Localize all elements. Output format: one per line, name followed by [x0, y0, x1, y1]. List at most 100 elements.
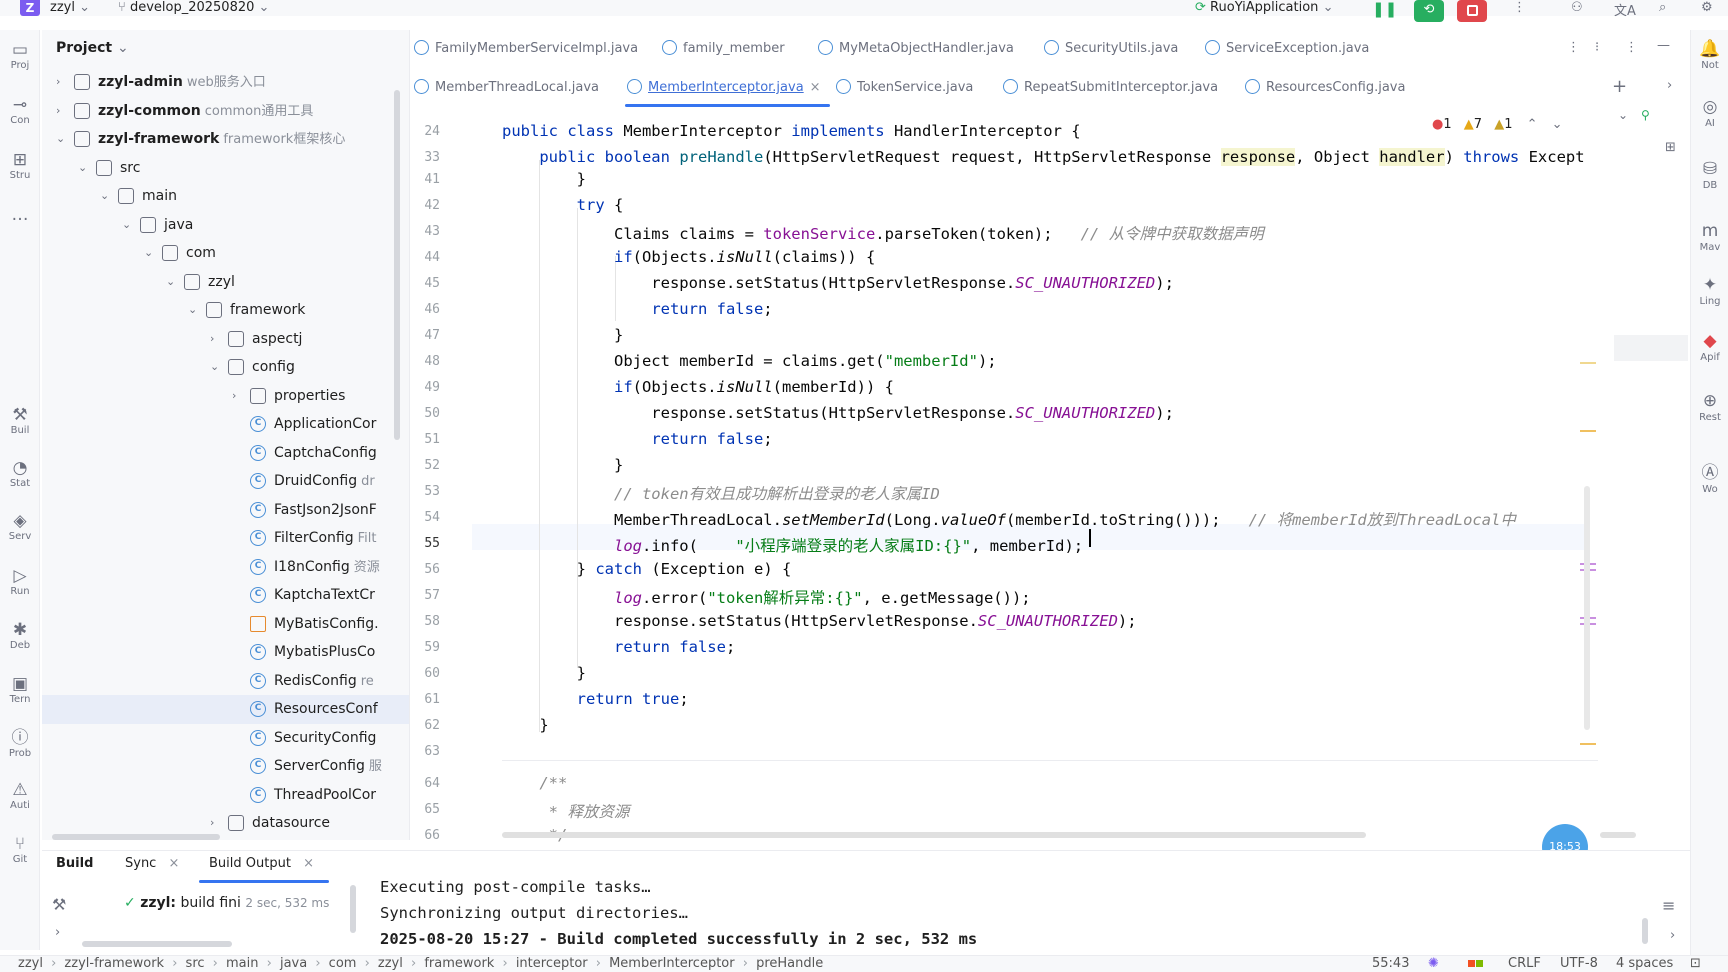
warning-marker[interactable]: [1580, 362, 1596, 364]
breadcrumb-item[interactable]: java: [280, 956, 307, 971]
code-line[interactable]: return false;: [502, 430, 772, 448]
sync-tab[interactable]: Sync ×: [125, 856, 179, 871]
warning-marker[interactable]: [1580, 430, 1596, 432]
close-icon[interactable]: ×: [168, 856, 179, 871]
build-tree-h-scrollbar[interactable]: [82, 941, 232, 947]
gear-icon[interactable]: ⚙: [1701, 0, 1713, 15]
more-icon[interactable]: ⋮: [1513, 0, 1526, 15]
split-icon[interactable]: ⁝: [1595, 40, 1599, 55]
rerun-button[interactable]: ⟲: [1414, 0, 1444, 22]
code-line[interactable]: public boolean preHandle(HttpServletRequ…: [502, 148, 1585, 166]
code-line[interactable]: log.info( "小程序端登录的老人家属ID:{}", memberId);: [502, 534, 1083, 556]
build-tab[interactable]: Build: [56, 856, 93, 871]
minimize-icon[interactable]: —: [1657, 38, 1670, 53]
project-logo[interactable]: Z: [20, 0, 40, 16]
tab-family-member[interactable]: family_member: [662, 30, 785, 68]
chevron-right-icon[interactable]: ›: [56, 68, 68, 97]
editor-h-scrollbar[interactable]: [502, 832, 1366, 838]
tab-resourcesconfig-java[interactable]: ResourcesConfig.java: [1245, 69, 1405, 107]
tab-repeatsubmitinterceptor-java[interactable]: RepeatSubmitInterceptor.java: [1003, 69, 1218, 107]
tab-mymetaobjecthandler-java[interactable]: MyMetaObjectHandler.java: [818, 30, 1014, 68]
code-line[interactable]: try {: [502, 196, 624, 214]
tool-window-ling[interactable]: ✦ Ling: [1692, 274, 1728, 307]
pause-icon[interactable]: ❚❚: [1372, 0, 1397, 18]
close-icon[interactable]: ×: [810, 80, 821, 95]
tab-serviceexception-java[interactable]: ServiceException.java: [1205, 30, 1369, 68]
windows-icon[interactable]: [1468, 956, 1483, 972]
chevron-right-icon[interactable]: ›: [56, 97, 68, 126]
tool-window-apif[interactable]: ◆ Apif: [1692, 330, 1728, 363]
tab-memberinterceptor-java[interactable]: MemberInterceptor.java ×: [627, 69, 821, 107]
breadcrumb-item[interactable]: framework: [424, 956, 494, 971]
tool-window-db[interactable]: ⛁ DB: [1692, 158, 1728, 191]
stop-button[interactable]: [1457, 0, 1487, 22]
breadcrumb-item[interactable]: zzyl: [18, 956, 43, 971]
tool-window-not[interactable]: 🔔 Not: [1692, 38, 1728, 71]
chevron-right-icon[interactable]: ›: [55, 925, 60, 940]
code-line[interactable]: /**: [502, 774, 567, 792]
branch-switcher[interactable]: ⑂ develop_20250820 ⌄: [118, 0, 269, 15]
breadcrumb-item[interactable]: main: [226, 956, 258, 971]
lock-icon[interactable]: ⊡: [1690, 956, 1701, 972]
code-line[interactable]: if(Objects.isNull(memberId)) {: [502, 378, 894, 396]
hammer-icon[interactable]: ⚒: [52, 895, 66, 914]
chevron-right-icon[interactable]: ›: [1670, 928, 1675, 943]
code-line[interactable]: // token有效且成功解析出登录的老人家属ID: [502, 482, 940, 504]
code-line[interactable]: response.setStatus(HttpServletResponse.S…: [502, 274, 1174, 292]
wrap-icon[interactable]: ≡: [1662, 896, 1675, 915]
code-line[interactable]: MemberThreadLocal.setMemberId(Long.value…: [502, 508, 1516, 530]
translate-icon[interactable]: 文A: [1614, 0, 1636, 19]
tab-tokenservice-java[interactable]: TokenService.java: [836, 69, 973, 107]
editor-menu-icon[interactable]: ⋮: [1625, 40, 1638, 55]
code-line[interactable]: }: [502, 716, 548, 734]
build-tree-scrollbar[interactable]: [350, 885, 356, 933]
breadcrumb-item[interactable]: preHandle: [756, 956, 823, 971]
chevron-down-icon[interactable]: ⌄: [1552, 117, 1563, 132]
tool-window-wo[interactable]: Ⓐ Wo: [1692, 462, 1728, 495]
code-line[interactable]: }: [502, 456, 623, 474]
code-line[interactable]: } catch (Exception e) {: [502, 560, 792, 578]
breadcrumb-item[interactable]: interceptor: [516, 956, 588, 971]
close-icon[interactable]: ×: [303, 856, 314, 871]
warning-marker[interactable]: [1580, 743, 1596, 745]
breadcrumb-item[interactable]: src: [186, 956, 205, 971]
code-line[interactable]: response.setStatus(HttpServletResponse.S…: [502, 612, 1137, 630]
project-switcher[interactable]: zzyl ⌄: [50, 0, 90, 15]
code-line[interactable]: Claims claims = tokenService.parseToken(…: [502, 222, 1264, 244]
structure-icon[interactable]: ⊞: [1665, 140, 1676, 155]
file-encoding[interactable]: UTF-8: [1560, 956, 1598, 972]
new-tab-icon[interactable]: +: [1612, 76, 1627, 97]
tool-window-ai[interactable]: ◎ AI: [1692, 96, 1728, 129]
search-icon[interactable]: ⌕: [1659, 0, 1666, 15]
build-output-scrollbar[interactable]: [1642, 918, 1648, 944]
breadcrumb-item[interactable]: zzyl: [378, 956, 403, 971]
editor-scrollbar[interactable]: [1584, 486, 1590, 730]
code-line[interactable]: * 释放资源: [502, 800, 630, 822]
chevron-down-icon[interactable]: ⌄: [1618, 108, 1628, 122]
inspections-widget[interactable]: ●1 ▲7 ▲1 ⌃ ⌄: [1432, 117, 1563, 132]
line-separator[interactable]: CRLF: [1508, 956, 1541, 972]
tool-window-rest[interactable]: ⊕ Rest: [1692, 390, 1728, 423]
code-line[interactable]: return true;: [502, 690, 689, 708]
project-panel-title[interactable]: Project ⌄: [56, 40, 129, 56]
code-line[interactable]: }: [502, 664, 586, 682]
editor-h-scrollbar-end[interactable]: [1600, 832, 1636, 838]
tab-memberthreadlocal-java[interactable]: MemberThreadLocal.java: [414, 69, 599, 107]
code-line[interactable]: }: [502, 326, 623, 344]
code-line[interactable]: return false;: [502, 300, 772, 318]
tree-item-zzyl-admin[interactable]: › zzyl-admin web服务入口: [42, 68, 409, 97]
code-line[interactable]: public class MemberInterceptor implement…: [502, 122, 1081, 140]
tab-securityutils-java[interactable]: SecurityUtils.java: [1044, 30, 1178, 68]
tab-familymemberserviceimpl-java[interactable]: FamilyMemberServiceImpl.java: [414, 30, 638, 68]
run-config-selector[interactable]: ⟳ RuoYiApplication ⌄: [1195, 0, 1333, 15]
code-line[interactable]: return false;: [502, 638, 735, 656]
breadcrumb-item[interactable]: zzyl-framework: [64, 956, 164, 971]
code-line[interactable]: log.error("token解析异常:{}", e.getMessage()…: [502, 586, 1031, 608]
build-tree-item[interactable]: ✓ zzyl: build fini 2 sec, 532 ms: [124, 895, 329, 911]
tree-item-zzyl-common[interactable]: › zzyl-common common通用工具: [42, 97, 409, 126]
tool-window-mav[interactable]: m Mav: [1692, 220, 1728, 253]
tabs-more-icon[interactable]: ⋮: [1567, 40, 1580, 55]
ai-status-icon[interactable]: ✺: [1428, 956, 1439, 972]
chevron-right-icon[interactable]: ›: [1667, 78, 1672, 93]
vcs-icon[interactable]: ⚲: [1641, 108, 1650, 122]
